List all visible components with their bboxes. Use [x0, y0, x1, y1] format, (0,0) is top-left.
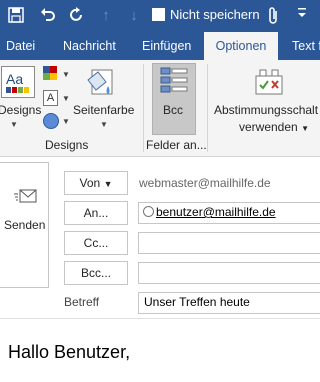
from-button[interactable]: Von ▼: [64, 171, 128, 195]
tab-datei[interactable]: Datei: [6, 32, 35, 60]
undo-icon[interactable]: [38, 6, 58, 26]
colors-icon[interactable]: [43, 66, 57, 80]
voting-buttons-icon[interactable]: [252, 66, 286, 98]
fonts-icon[interactable]: A: [43, 90, 58, 106]
voting-buttons-label[interactable]: Abstimmungsschalt: [214, 103, 318, 117]
chevron-down-icon[interactable]: ▼: [62, 94, 70, 103]
tab-nachricht[interactable]: Nachricht: [63, 32, 116, 60]
tab-text-format[interactable]: Text f: [292, 32, 320, 60]
previous-item-icon[interactable]: ↑: [96, 6, 116, 26]
customize-toolbar-icon[interactable]: [296, 4, 308, 27]
chevron-down-icon[interactable]: ▼: [100, 120, 108, 129]
paperclip-icon[interactable]: [266, 6, 280, 31]
chevron-down-icon[interactable]: ▼: [10, 120, 18, 129]
subject-label: Betreff: [64, 295, 100, 309]
tab-optionen[interactable]: Optionen: [204, 32, 278, 60]
divider: [0, 318, 320, 319]
from-address: webmaster@mailhilfe.de: [139, 176, 271, 190]
bcc-button[interactable]: Bcc...: [64, 261, 128, 285]
cc-field[interactable]: [138, 232, 320, 254]
message-body[interactable]: Hallo Benutzer,: [8, 342, 130, 363]
group-label-designs: Designs: [45, 138, 89, 152]
ribbon-divider: [143, 64, 144, 152]
effects-icon[interactable]: [43, 113, 59, 129]
designs-button-label[interactable]: Designs: [0, 103, 41, 117]
redo-icon[interactable]: [66, 6, 86, 26]
to-button[interactable]: An...: [64, 201, 128, 225]
send-label: Senden: [4, 218, 46, 232]
bcc-field[interactable]: [138, 262, 320, 284]
tab-einfuegen[interactable]: Einfügen: [142, 32, 191, 60]
chevron-down-icon: ▼: [301, 124, 309, 133]
subject-value[interactable]: Unser Treffen heute: [144, 295, 250, 309]
page-color-label[interactable]: Seitenfarbe: [73, 103, 134, 117]
voting-buttons-label-line2[interactable]: verwenden ▼: [239, 120, 309, 134]
chevron-down-icon[interactable]: ▼: [62, 70, 70, 79]
group-label-felder: Felder an...: [146, 138, 207, 152]
bcc-label: Bcc: [163, 103, 184, 117]
chevron-down-icon[interactable]: ▼: [62, 117, 70, 126]
no-save-label: Nicht speichern: [170, 7, 260, 22]
presence-icon: [143, 206, 154, 217]
send-icon: [14, 188, 38, 206]
bcc-icon: [160, 67, 188, 93]
next-item-icon[interactable]: ↓: [124, 6, 144, 26]
save-icon[interactable]: [6, 6, 26, 26]
cc-button[interactable]: Cc...: [64, 231, 128, 255]
page-color-icon[interactable]: [84, 66, 118, 100]
ribbon-divider: [207, 64, 208, 152]
recipient-address[interactable]: benutzer@mailhilfe.de: [156, 205, 276, 219]
chevron-down-icon: ▼: [103, 179, 113, 189]
designs-icon[interactable]: Aa: [1, 66, 35, 98]
no-save-checkbox[interactable]: [152, 8, 165, 21]
